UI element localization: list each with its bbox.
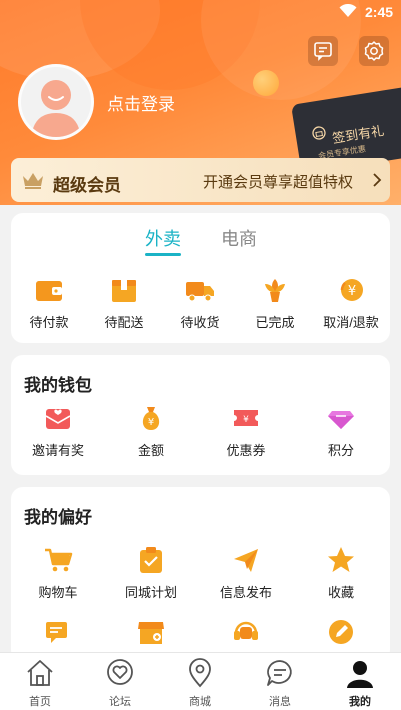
preferences-title: 我的偏好 [24, 508, 92, 527]
pref-local-plan[interactable]: 同城计划 [113, 545, 189, 601]
status-bar: 2:45 [0, 0, 401, 26]
status-time: 2:45 [365, 4, 394, 20]
pref-edit[interactable] [303, 617, 379, 647]
wallet-invite-reward[interactable]: 邀请有奖 [20, 403, 96, 459]
settings-gear-icon[interactable] [359, 36, 389, 66]
order-refund[interactable]: ¥ 取消/退款 [313, 275, 389, 331]
active-tab-indicator [145, 253, 181, 256]
wallet-card: 我的钱包 邀请有奖 ¥ 金额 ¥ 优惠券 积分 [11, 355, 390, 475]
home-icon [27, 660, 53, 686]
nav-mall[interactable]: 商城 [160, 657, 240, 709]
truck-icon [186, 282, 214, 302]
coupon-icon: ¥ [234, 410, 258, 426]
money-bag-icon: ¥ [142, 407, 160, 430]
diamond-icon [328, 411, 354, 429]
chevron-right-icon [373, 173, 382, 187]
svg-text:¥: ¥ [348, 284, 356, 299]
wallet-icon [36, 281, 62, 301]
order-completed[interactable]: 已完成 [237, 275, 313, 331]
pref-post-info[interactable]: 信息发布 [208, 545, 284, 601]
pencil-icon [329, 620, 353, 644]
vip-title: 超级会员 [53, 176, 121, 195]
orders-card: 外卖 电商 待付款 待配送 待收货 已完成 ¥ 取消/退款 [11, 213, 390, 343]
flower-icon [265, 279, 285, 302]
pref-chat[interactable] [20, 617, 96, 647]
crown-icon [23, 173, 43, 189]
vip-promo-text: 开通会员尊享超值特权 [203, 174, 354, 191]
map-pin-icon [189, 658, 211, 688]
package-icon [112, 280, 136, 302]
headset-icon [234, 621, 258, 640]
preferences-card: 我的偏好 购物车 同城计划 信息发布 收藏 [11, 487, 390, 662]
avatar[interactable] [18, 64, 94, 140]
svg-text:¥: ¥ [243, 415, 249, 425]
gift-mail-icon [45, 409, 71, 429]
paper-plane-icon [234, 549, 258, 572]
pref-support[interactable] [208, 617, 284, 647]
user-icon [347, 661, 373, 688]
header-bubble-decoration [253, 70, 279, 96]
pref-store[interactable] [113, 617, 189, 647]
order-pending-receipt[interactable]: 待收货 [162, 275, 238, 331]
store-icon [138, 622, 164, 644]
login-link[interactable]: 点击登录 [107, 90, 175, 115]
nav-mine[interactable]: 我的 [320, 657, 400, 709]
default-avatar-icon [31, 80, 81, 137]
wallet-amount[interactable]: ¥ 金额 [113, 403, 189, 459]
wallet-title: 我的钱包 [24, 376, 92, 395]
order-tabs: 外卖 电商 [11, 225, 390, 256]
pref-cart[interactable]: 购物车 [20, 545, 96, 601]
gift-icon [312, 126, 326, 140]
tab-ecommerce[interactable]: 电商 [221, 225, 257, 251]
refund-icon: ¥ [340, 279, 363, 301]
nav-messages[interactable]: 消息 [240, 657, 320, 709]
order-pending-delivery[interactable]: 待配送 [86, 275, 162, 331]
bottom-nav: 首页 论坛 商城 消息 我的 [0, 652, 401, 710]
chat-icon [46, 622, 67, 643]
svg-text:¥: ¥ [148, 417, 154, 428]
wallet-points[interactable]: 积分 [303, 403, 379, 459]
wifi-icon [339, 4, 357, 17]
pref-favorites[interactable]: 收藏 [303, 545, 379, 601]
cart-icon [45, 548, 73, 572]
customer-service-icon[interactable] [308, 36, 338, 66]
star-icon [328, 547, 354, 572]
clipboard-icon [140, 547, 162, 573]
order-pending-payment[interactable]: 待付款 [11, 275, 87, 331]
message-icon [267, 660, 292, 686]
nav-forum[interactable]: 论坛 [80, 657, 160, 709]
nav-home[interactable]: 首页 [0, 657, 80, 709]
heart-bubble-icon [107, 659, 133, 685]
wallet-coupons[interactable]: ¥ 优惠券 [208, 403, 284, 459]
tab-takeaway[interactable]: 外卖 [145, 225, 181, 251]
vip-banner[interactable]: 超级会员 开通会员尊享超值特权 [11, 158, 390, 202]
